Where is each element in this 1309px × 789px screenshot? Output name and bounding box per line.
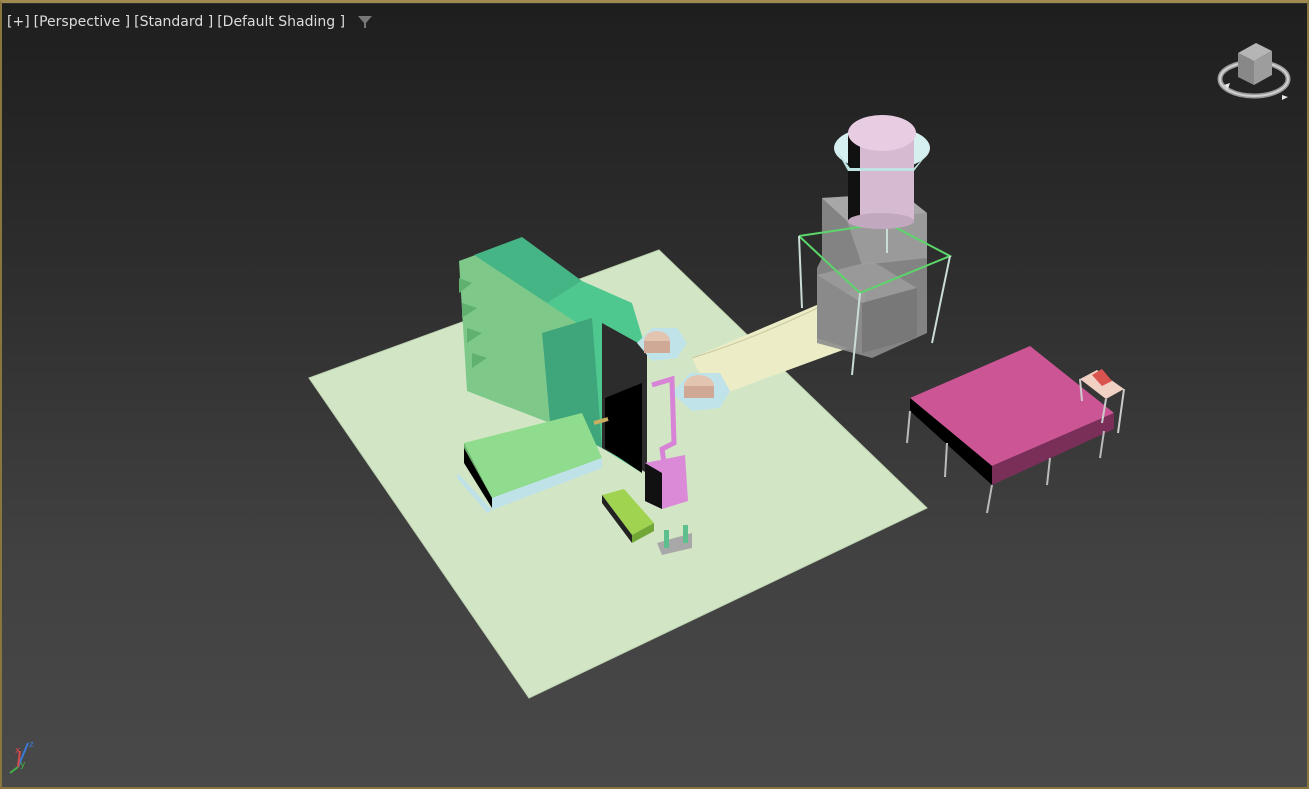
tower-structure[interactable] [798, 115, 953, 376]
viewport-standard-menu[interactable]: [Standard ] [134, 14, 213, 30]
viewport-label-menu: [+] [Perspective ] [Standard ] [Default … [7, 14, 373, 30]
pink-table[interactable] [906, 346, 1114, 514]
viewport-point-of-view-menu[interactable]: [Perspective ] [34, 14, 130, 30]
viewport-shading-menu[interactable]: [Default Shading ] [217, 14, 345, 30]
axis-z-label: z [29, 740, 34, 750]
perspective-viewport[interactable]: [+] [Perspective ] [Standard ] [Default … [0, 0, 1309, 789]
filter-funnel-icon[interactable] [357, 14, 373, 30]
axis-tripod-gizmo: z x y [6, 737, 46, 785]
viewcube-icon[interactable] [1216, 39, 1292, 113]
axis-y-label: y [20, 760, 26, 770]
viewport-general-menu[interactable]: [+] [7, 14, 30, 30]
scene-3d-render[interactable] [2, 3, 1309, 789]
axis-x-label: x [15, 746, 21, 756]
